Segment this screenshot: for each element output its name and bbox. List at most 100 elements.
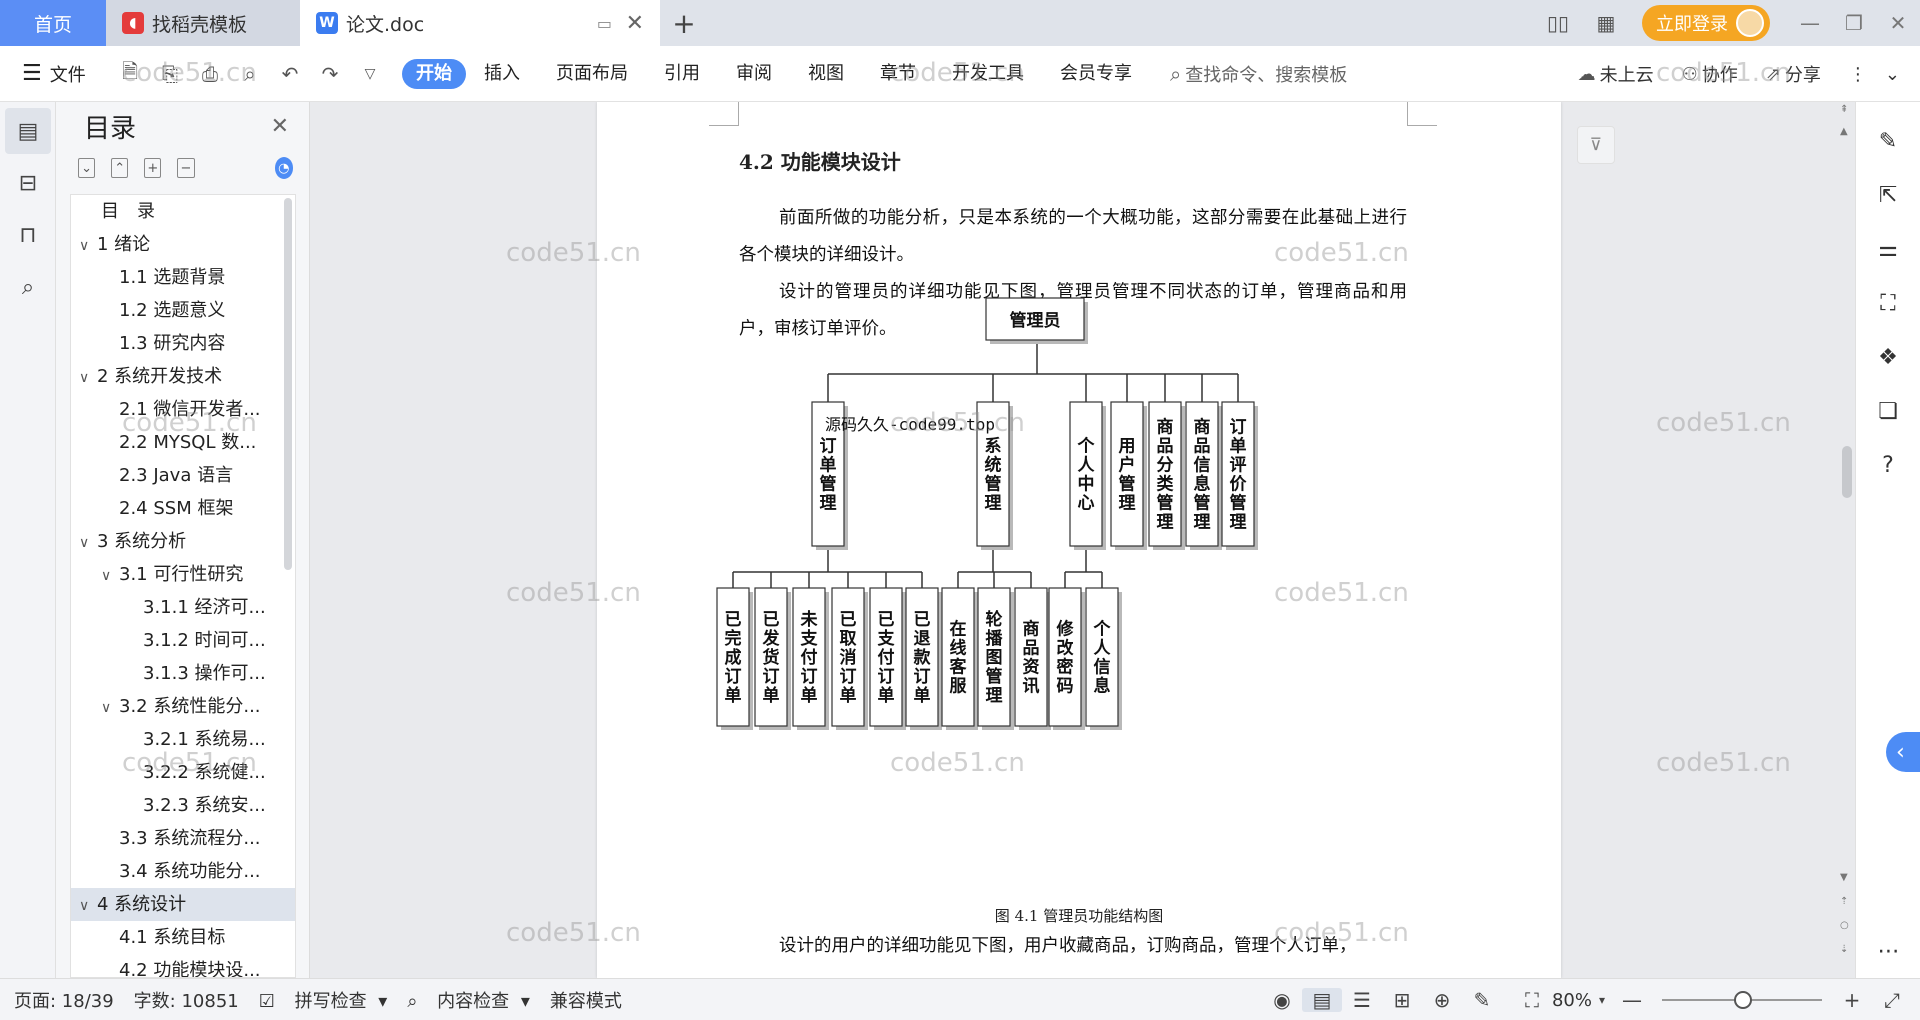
toc-item[interactable]: 2.3 Java 语言 [71, 459, 295, 492]
spell-check-button[interactable]: ☑ 拼写检查 ▾ [259, 987, 388, 1013]
tab-document[interactable]: W 论文.doc ▭ ✕ [300, 0, 660, 46]
ribbon-tab[interactable]: 章节 [862, 59, 934, 89]
toc-item[interactable]: ∨ 3.2 系统性能分... [71, 690, 295, 723]
apps-grid-icon[interactable]: ▦ [1582, 11, 1630, 35]
bookmark-icon[interactable]: ⊓ [5, 212, 51, 258]
page-indicator[interactable]: 页面: 18/39 [14, 987, 114, 1013]
toc-item[interactable]: 3.1.1 经济可... [71, 591, 295, 624]
collapse-up-icon[interactable]: ⌃ [111, 158, 129, 178]
page-filter-icon[interactable]: ⊽ [1577, 126, 1615, 164]
next-page-icon[interactable]: ⇣ [1840, 944, 1848, 955]
toc-item[interactable]: ∨ 2 系统开发技术 [71, 360, 295, 393]
ribbon-tab[interactable]: 会员专享 [1042, 59, 1150, 89]
ribbon-tab[interactable]: 引用 [646, 59, 718, 89]
toc-item[interactable]: 2.2 MYSQL 数... [71, 426, 295, 459]
content-check-button[interactable]: ⌕ 内容检查 ▾ [407, 987, 530, 1013]
page-view-icon[interactable]: ▤ [1301, 988, 1342, 1012]
share-button[interactable]: ⇗ 分享 [1766, 61, 1821, 87]
toc-item[interactable]: 目 录 [71, 195, 295, 228]
toc-item[interactable]: ∨ 3 系统分析 [71, 525, 295, 558]
more-options-icon[interactable]: ⋮ [1849, 64, 1867, 85]
ribbon-tab[interactable]: 开发工具 [934, 59, 1042, 89]
ribbon-tab[interactable]: 开始 [402, 58, 466, 89]
toc-item[interactable]: 3.4 系统功能分... [71, 855, 295, 888]
cursor-icon[interactable]: ⇱ [1856, 168, 1920, 222]
expand-side-panel-icon[interactable]: ‹ [1886, 732, 1920, 772]
ribbon-tab[interactable]: 页面布局 [538, 59, 646, 89]
toc-item[interactable]: 1.3 研究内容 [71, 327, 295, 360]
toc-item[interactable]: 2.1 微信开发者... [71, 393, 295, 426]
eye-protection-icon[interactable]: ◉ [1262, 988, 1302, 1012]
quick-access-more-icon[interactable]: ▽ [350, 66, 390, 82]
scroll-down-icon[interactable]: ▼ [1840, 872, 1848, 883]
document-scrollbar[interactable]: ⇞ ▲ ▼ ⇡ ○ ⇣ [1837, 102, 1855, 978]
toc-item[interactable]: 2.4 SSM 框架 [71, 492, 295, 525]
scroll-top-icon[interactable]: ⇞ [1840, 104, 1848, 115]
scroll-thumb[interactable] [1842, 446, 1852, 498]
toc-item[interactable]: 3.1.2 时间可... [71, 624, 295, 657]
tab-template[interactable]: ◖ 找稻壳模板 [106, 0, 300, 46]
zoom-slider-knob[interactable] [1734, 991, 1752, 1009]
chevron-down-icon[interactable]: ∨ [101, 692, 119, 723]
new-tab-button[interactable]: + [660, 0, 708, 46]
pen-icon[interactable]: ✎ [1856, 114, 1920, 168]
window-close-icon[interactable]: ✕ [1876, 11, 1920, 35]
chevron-down-icon[interactable]: ∨ [79, 890, 97, 921]
ribbon-tab[interactable]: 视图 [790, 59, 862, 89]
toc-panel-icon[interactable]: ▤ [5, 108, 51, 154]
remove-heading-icon[interactable]: − [177, 158, 195, 178]
login-button[interactable]: 立即登录 [1642, 5, 1770, 41]
zoom-out-icon[interactable]: — [1612, 988, 1652, 1012]
select-object-icon[interactable]: ○ [1840, 920, 1849, 931]
close-tab-icon[interactable]: ✕ [626, 11, 644, 36]
command-search[interactable]: ⌕ 查找命令、搜索模板 [1170, 61, 1347, 87]
toc-item[interactable]: 4.1 系统目标 [71, 921, 295, 954]
book-search-icon[interactable]: ❏ [1856, 384, 1920, 438]
toc-item[interactable]: ∨ 1 绪论 [71, 228, 295, 261]
add-heading-icon[interactable]: + [144, 158, 162, 178]
fit-page-icon[interactable]: ⛶ [1512, 988, 1552, 1012]
close-panel-icon[interactable]: ✕ [271, 114, 289, 139]
toc-item[interactable]: 3.3 系统流程分... [71, 822, 295, 855]
navigation-icon[interactable]: ⊟ [5, 160, 51, 206]
chevron-down-icon[interactable]: ∨ [79, 362, 97, 393]
word-count[interactable]: 字数: 10851 [134, 987, 239, 1013]
toc-toggle-icon[interactable]: ◔ [274, 157, 293, 179]
rail-more-icon[interactable]: ⋯ [1856, 924, 1920, 978]
layout-icon[interactable]: ▯▯ [1534, 11, 1582, 35]
toc-item[interactable]: 3.1.3 操作可... [71, 657, 295, 690]
scroll-up-icon[interactable]: ▲ [1840, 126, 1848, 137]
web-view-icon[interactable]: ⊕ [1422, 988, 1462, 1012]
toc-item[interactable]: 1.1 选题背景 [71, 261, 295, 294]
cloud-status-button[interactable]: ☁ 未上云 [1578, 61, 1654, 87]
prev-page-icon[interactable]: ⇡ [1840, 896, 1848, 907]
undo-icon[interactable]: ↶ [270, 62, 310, 86]
toc-item[interactable]: 3.2.3 系统安... [71, 789, 295, 822]
toc-item[interactable]: 1.2 选题意义 [71, 294, 295, 327]
tab-home[interactable]: 首页 [0, 0, 106, 46]
file-menu[interactable]: ☰ 文件 [0, 61, 110, 87]
export-icon[interactable]: ⎘ [150, 62, 190, 86]
ribbon-tab[interactable]: 插入 [466, 59, 538, 89]
print-icon[interactable]: ⎙ [190, 62, 230, 86]
zoom-in-icon[interactable]: + [1832, 988, 1872, 1012]
find-icon[interactable]: ⌕ [5, 264, 51, 310]
redo-icon[interactable]: ↷ [310, 62, 350, 86]
zoom-level[interactable]: 80% [1552, 990, 1592, 1011]
chevron-down-icon[interactable]: ∨ [79, 527, 97, 558]
toc-item[interactable]: ∨ 3.1 可行性研究 [71, 558, 295, 591]
zoom-dropdown-icon[interactable]: ▾ [1592, 993, 1612, 1007]
ribbon-tab[interactable]: 审阅 [718, 59, 790, 89]
monitor-icon[interactable]: ▭ [597, 14, 612, 33]
toc-item[interactable]: ∨ 4 系统设计 [71, 888, 295, 921]
toc-item[interactable]: 3.2.2 系统健... [71, 756, 295, 789]
chevron-down-icon[interactable]: ∨ [79, 230, 97, 261]
document-page[interactable]: 4.2 功能模块设计 前面所做的功能分析，只是本系统的一个大概功能，这部分需要在… [597, 102, 1561, 978]
toc-scrollbar[interactable] [284, 198, 292, 570]
save-icon[interactable]: 🗎 [110, 57, 150, 91]
image-tool-icon[interactable]: ⛶ [1856, 276, 1920, 330]
restore-icon[interactable]: ❐ [1832, 11, 1876, 35]
ai-assistant-icon[interactable]: ❖ [1856, 330, 1920, 384]
toc-item[interactable]: 4.2 功能模块设... [71, 954, 295, 977]
help-icon[interactable]: ? [1856, 438, 1920, 492]
